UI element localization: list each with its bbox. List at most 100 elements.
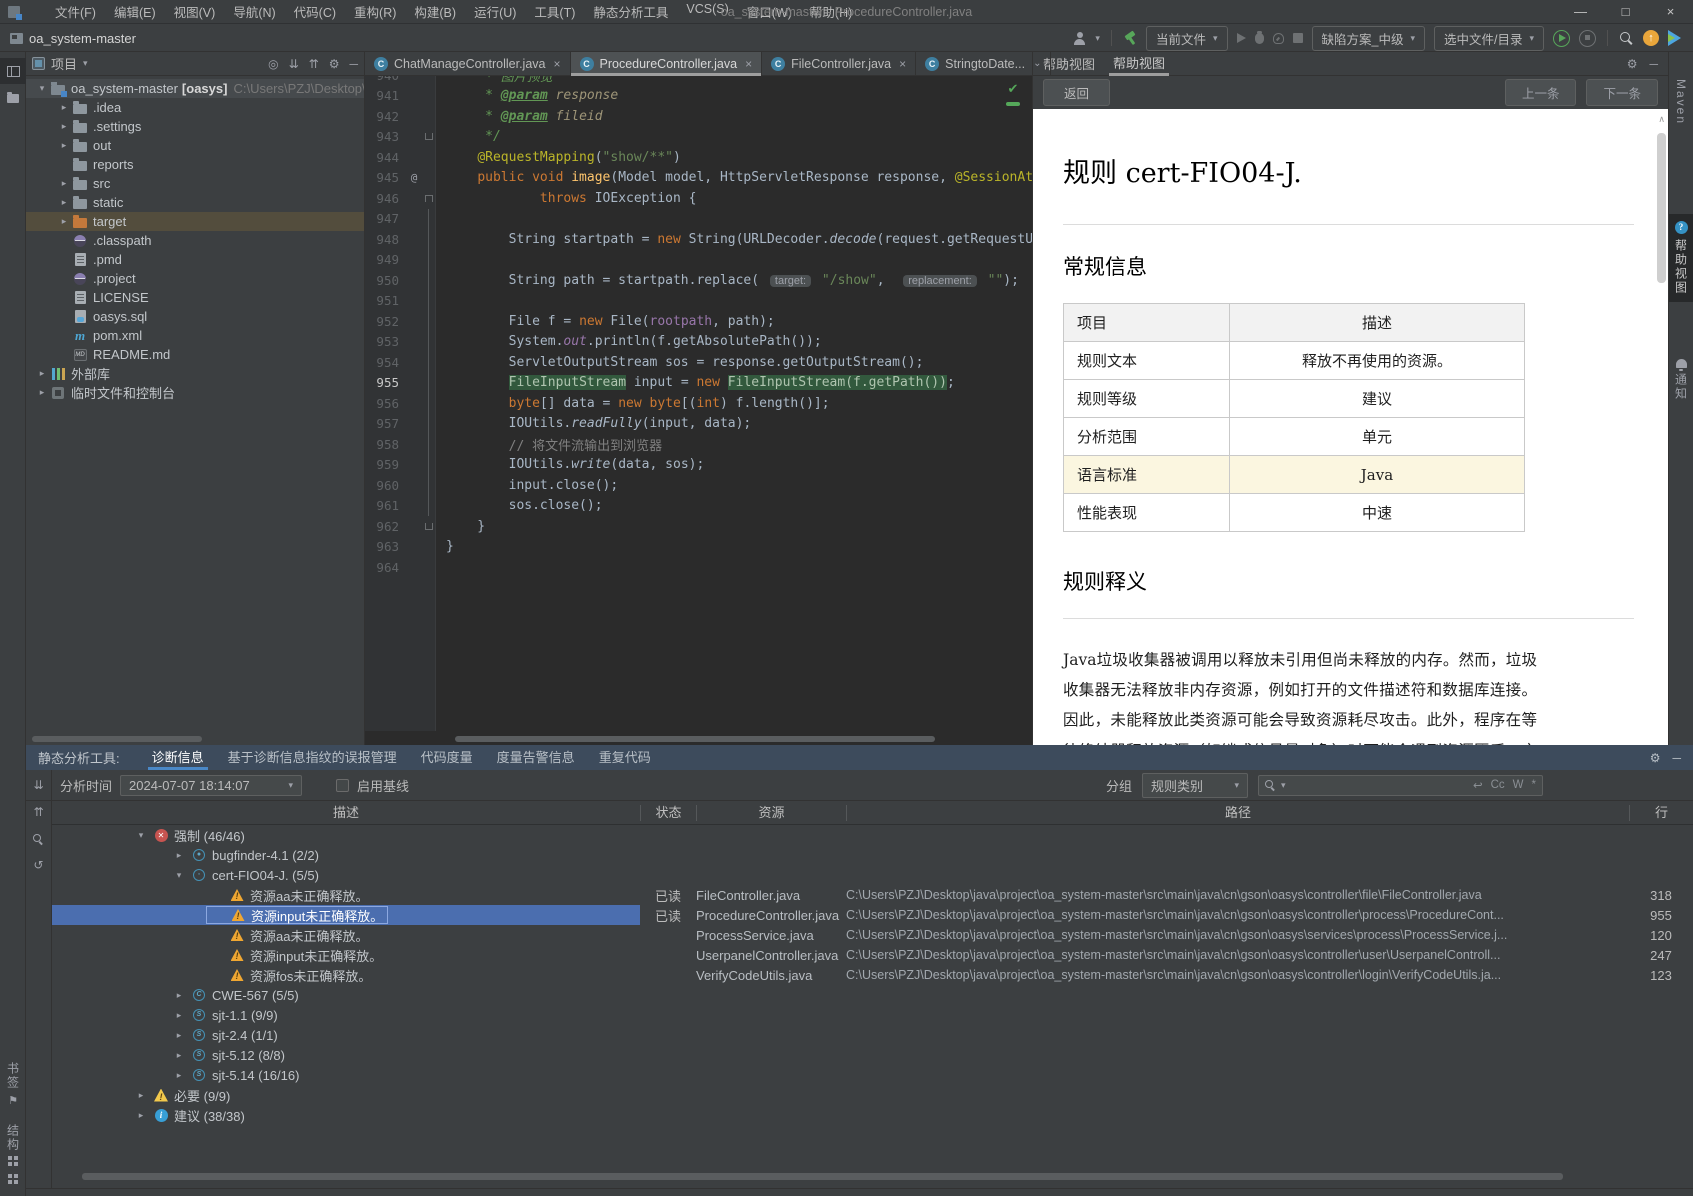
editor-hscrollbar[interactable]	[455, 736, 935, 742]
project-tree-row[interactable]: ▾oa_system-master[oasys]C:\Users\PZJ\Des…	[26, 79, 364, 98]
project-tree-row[interactable]: oasys.sql	[26, 307, 364, 326]
expand-all-icon[interactable]: ⇊	[33, 778, 43, 792]
issue-description-cell[interactable]: !资源aa未正确释放。	[52, 885, 640, 905]
bottom-hscrollbar[interactable]	[82, 1173, 1563, 1180]
code-line[interactable]: 957 IOUtils.readFully(input, data);	[365, 414, 1032, 435]
code-line[interactable]: 949	[365, 250, 1032, 271]
help-tab[interactable]: 帮助视图	[1113, 52, 1165, 76]
issue-description-cell[interactable]: ▸Ssjt-5.14 (16/16)	[52, 1065, 640, 1085]
chevron-icon[interactable]: ▾	[34, 83, 50, 94]
bottom-tab[interactable]: 代码度量	[409, 745, 485, 770]
chevron-down-icon[interactable]: ⌄	[1033, 58, 1041, 69]
issue-description-cell[interactable]: !资源fos未正确释放。	[52, 965, 640, 985]
project-view-selector[interactable]: 项目 ▾	[32, 54, 88, 73]
code-line[interactable]: 951	[365, 291, 1032, 312]
code-line[interactable]: 944 @RequestMapping("show/**")	[365, 147, 1032, 168]
editor-tab[interactable]: CStringtoDate...⌄	[916, 52, 1051, 75]
issue-description-cell[interactable]: ▸Ssjt-2.4 (1/1)	[52, 1025, 640, 1045]
issue-description-cell[interactable]: !资源input未正确释放。	[52, 945, 640, 965]
code-line[interactable]: 963}	[365, 537, 1032, 558]
issue-row[interactable]: !资源aa未正确释放。已读FileController.javaC:\Users…	[52, 885, 1693, 905]
chevron-icon[interactable]: ▸	[172, 1010, 186, 1021]
hide-panel-icon[interactable]: ─	[1672, 751, 1681, 765]
chevron-icon[interactable]: ▸	[134, 1090, 148, 1101]
column-header[interactable]: 状态	[640, 805, 696, 821]
issue-row[interactable]: ▸Ssjt-2.4 (1/1)	[52, 1025, 1693, 1045]
project-tree-row[interactable]: ▸外部库	[26, 364, 364, 383]
profile-icon[interactable]	[1073, 32, 1086, 45]
issue-row[interactable]: ▸Ssjt-5.12 (8/8)	[52, 1045, 1693, 1065]
run-analysis-icon[interactable]	[1553, 30, 1570, 47]
issue-row[interactable]: ▾◦cert-FIO04-J. (5/5)	[52, 865, 1693, 885]
chevron-icon[interactable]: ▸	[34, 387, 50, 398]
issue-row[interactable]: ▸CCWE-567 (5/5)	[52, 985, 1693, 1005]
code-line[interactable]: 942 * @param fileid	[365, 106, 1032, 127]
next-button[interactable]: 下一条	[1586, 79, 1658, 106]
profiler-icon-disabled[interactable]	[1273, 33, 1284, 44]
chevron-icon[interactable]: ▸	[172, 850, 186, 861]
project-tree-row[interactable]: .project	[26, 269, 364, 288]
hide-panel-icon[interactable]: ─	[349, 57, 358, 71]
project-tree-row[interactable]: ▸.idea	[26, 98, 364, 117]
right-stripe-item-Maven[interactable]: Maven	[1669, 72, 1693, 132]
issue-description-cell[interactable]: ▸●bugfinder-4.1 (2/2)	[52, 845, 640, 865]
issue-description-cell[interactable]: ▸i建议 (38/38)	[52, 1105, 640, 1125]
gear-icon[interactable]: ⚙	[329, 57, 340, 71]
chevron-icon[interactable]: ▸	[56, 121, 72, 132]
issue-description-cell[interactable]: ▸Ssjt-1.1 (9/9)	[52, 1005, 640, 1025]
code-line[interactable]: 941 * @param response	[365, 86, 1032, 107]
chevron-icon[interactable]: ▾	[134, 830, 148, 841]
menu-item[interactable]: 运行(U)	[465, 2, 525, 21]
editor-tab[interactable]: CFileController.java×	[762, 52, 916, 75]
project-tree-row[interactable]: ▸out	[26, 136, 364, 155]
project-tree-row[interactable]: ▸target	[26, 212, 364, 231]
project-tree-row[interactable]: ▸static	[26, 193, 364, 212]
code-line[interactable]: 964	[365, 557, 1032, 578]
editor-tab[interactable]: CProcedureController.java×	[571, 52, 763, 75]
issue-row[interactable]: !资源fos未正确释放。VerifyCodeUtils.javaC:\Users…	[52, 965, 1693, 985]
issue-row[interactable]: ▸●bugfinder-4.1 (2/2)	[52, 845, 1693, 865]
menu-item[interactable]: 构建(B)	[405, 2, 465, 21]
bottom-tab[interactable]: 基于诊断信息指纹的误报管理	[216, 745, 409, 770]
fold-start-icon[interactable]	[425, 195, 433, 202]
fold-end-icon[interactable]	[425, 523, 433, 530]
run-icon-disabled[interactable]	[1237, 33, 1246, 43]
code-line[interactable]: 950 String path = startpath.replace( tar…	[365, 270, 1032, 291]
update-notification-icon[interactable]: ↑	[1643, 30, 1659, 46]
menu-item[interactable]: 静态分析工具	[584, 2, 677, 21]
project-tree-row[interactable]: reports	[26, 155, 364, 174]
hide-panel-icon[interactable]: ─	[1649, 57, 1658, 71]
collapse-all-icon[interactable]: ⇈	[309, 57, 319, 71]
profile-chevron-icon[interactable]: ▾	[1095, 33, 1100, 44]
collapse-all-icon[interactable]: ⇈	[33, 805, 43, 819]
column-header[interactable]: 资源	[696, 805, 846, 821]
debug-icon-disabled[interactable]	[1255, 33, 1264, 44]
issue-row[interactable]: !资源aa未正确释放。ProcessService.javaC:\Users\P…	[52, 925, 1693, 945]
column-header[interactable]: 描述	[52, 805, 640, 821]
defect-profile-combo[interactable]: 缺陷方案_中级 ▾	[1312, 26, 1425, 51]
column-header[interactable]: 行	[1629, 805, 1693, 821]
expand-all-icon[interactable]: ⇊	[289, 57, 299, 71]
plugin-play-icon[interactable]	[1668, 30, 1681, 46]
column-header[interactable]: 路径	[846, 805, 1629, 821]
code-line[interactable]: 952 File f = new File(rootpath, path);	[365, 311, 1032, 332]
stop-analysis-icon-disabled[interactable]	[1579, 30, 1596, 47]
code-line[interactable]: 960 input.close();	[365, 475, 1032, 496]
menu-item[interactable]: 文件(F)	[46, 2, 105, 21]
issue-description-cell[interactable]: ▾✕强制 (46/46)	[52, 825, 640, 845]
project-tree-row[interactable]: .classpath	[26, 231, 364, 250]
right-stripe-item-帮助视图[interactable]: ?帮助视图	[1669, 214, 1693, 302]
baseline-checkbox[interactable]	[336, 779, 349, 792]
bottom-tab[interactable]: 度量告警信息	[485, 745, 587, 770]
rollback-icon[interactable]: ↺	[33, 858, 43, 872]
issue-description-cell[interactable]: ▾◦cert-FIO04-J. (5/5)	[52, 865, 640, 885]
code-line[interactable]: 958 // 将文件流输出到浏览器	[365, 434, 1032, 455]
fold-end-icon[interactable]	[425, 133, 433, 140]
tab-overflow-kebab-icon[interactable]: ⋮	[1051, 52, 1080, 75]
menu-item[interactable]: 视图(V)	[165, 2, 225, 21]
issue-description-cell[interactable]: ▸CCWE-567 (5/5)	[52, 985, 640, 1005]
chevron-icon[interactable]: ▸	[56, 197, 72, 208]
code-line[interactable]: 955 FileInputStream input = new FileInpu…	[365, 373, 1032, 394]
chevron-icon[interactable]: ▸	[56, 140, 72, 151]
menu-item[interactable]: 重构(R)	[345, 2, 405, 21]
